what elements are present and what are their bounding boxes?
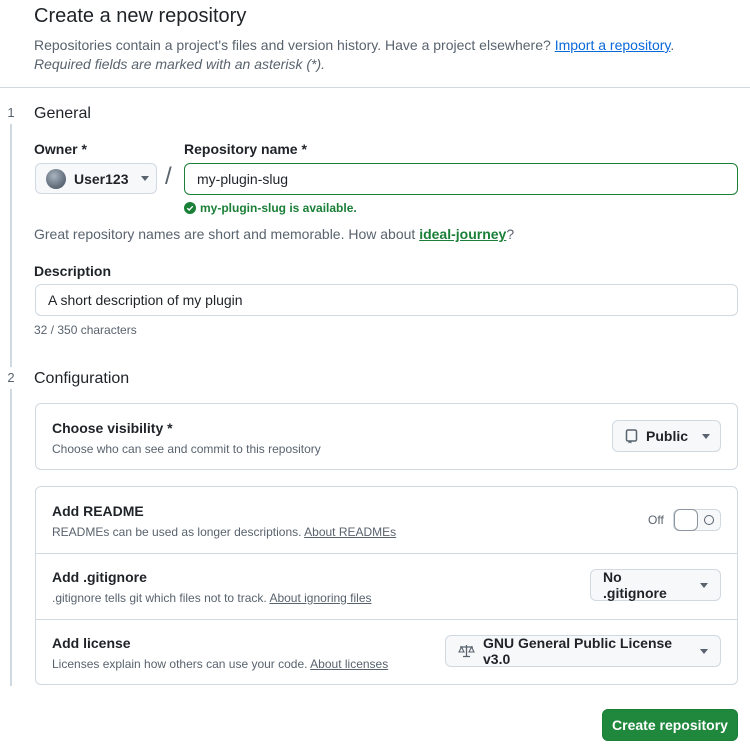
- visibility-title: Choose visibility *: [52, 420, 173, 436]
- visibility-value: Public: [646, 428, 689, 444]
- section-title-configuration: Configuration: [34, 370, 130, 387]
- page-title: Create a new repository: [34, 5, 247, 27]
- step-number-general: 1: [0, 102, 22, 124]
- intro-description: Repositories contain a project's files a…: [34, 37, 551, 53]
- create-repository-button[interactable]: Create repository: [602, 709, 738, 741]
- license-value: GNU General Public License v3.0: [483, 635, 673, 667]
- license-dropdown[interactable]: GNU General Public License v3.0: [445, 635, 721, 667]
- suggested-name-link[interactable]: ideal-journey: [419, 226, 506, 242]
- chevron-down-icon: [700, 582, 708, 588]
- intro-period: .: [670, 37, 675, 53]
- license-subtitle-text: Licenses explain how others can use your…: [52, 657, 308, 671]
- chevron-down-icon: [702, 433, 711, 439]
- check-circle-icon: [184, 202, 196, 214]
- description-input[interactable]: [35, 284, 738, 316]
- chevron-down-icon: [700, 648, 708, 654]
- avatar: [46, 168, 66, 189]
- license-subtitle: Licenses explain how others can use your…: [52, 657, 388, 671]
- intro-text: Repositories contain a project's files a…: [34, 35, 674, 55]
- gitignore-subtitle-text: .gitignore tells git which files not to …: [52, 591, 267, 605]
- step-rail-general: [10, 112, 12, 368]
- required-fields-note: Required fields are marked with an aster…: [34, 56, 326, 72]
- header-divider: [0, 87, 750, 88]
- description-label: Description: [34, 263, 112, 279]
- gitignore-value: No .gitignore: [603, 569, 667, 601]
- availability-text: my-plugin-slug is available.: [200, 201, 357, 215]
- toggle-knob: [674, 509, 698, 531]
- readme-toggle[interactable]: [673, 509, 721, 531]
- readme-title: Add README: [52, 503, 144, 519]
- step-rail-configuration: [10, 378, 12, 686]
- suggestion-end: ?: [506, 226, 515, 242]
- readme-row: Add README READMEs can be used as longer…: [36, 487, 737, 553]
- visibility-panel: Choose visibility * Choose who can see a…: [35, 403, 738, 470]
- readme-subtitle: READMEs can be used as longer descriptio…: [52, 525, 396, 539]
- repository-name-label: Repository name *: [184, 141, 307, 157]
- gitignore-subtitle: .gitignore tells git which files not to …: [52, 591, 372, 605]
- owner-repo-separator: /: [165, 163, 172, 190]
- owner-name: User123: [74, 170, 129, 187]
- gitignore-dropdown[interactable]: No .gitignore: [590, 569, 721, 601]
- step-number-configuration: 2: [0, 367, 22, 389]
- import-repository-link[interactable]: Import a repository: [555, 37, 671, 53]
- section-title-general: General: [34, 105, 91, 122]
- gitignore-title: Add .gitignore: [52, 569, 147, 585]
- suggestion-text: Great repository names are short and mem…: [34, 226, 416, 242]
- repo-icon: [625, 428, 638, 444]
- owner-label: Owner *: [34, 141, 87, 157]
- about-licenses-link[interactable]: About licenses: [310, 657, 388, 671]
- visibility-subtitle: Choose who can see and commit to this re…: [52, 442, 321, 456]
- name-suggestion: Great repository names are short and mem…: [34, 226, 514, 242]
- license-title: Add license: [52, 635, 131, 651]
- gitignore-row: Add .gitignore .gitignore tells git whic…: [36, 553, 737, 619]
- availability-message: my-plugin-slug is available.: [184, 201, 357, 215]
- owner-dropdown[interactable]: User123: [35, 163, 157, 194]
- law-icon: [458, 644, 475, 658]
- chevron-down-icon: [140, 176, 149, 181]
- visibility-dropdown[interactable]: Public: [612, 420, 721, 452]
- character-count: 32 / 350 characters: [34, 323, 137, 337]
- readme-toggle-label: Off: [648, 513, 664, 527]
- toggle-off-icon: [704, 515, 714, 525]
- repository-options-panel: Add README READMEs can be used as longer…: [35, 486, 738, 685]
- about-readmes-link[interactable]: About READMEs: [304, 525, 396, 539]
- readme-subtitle-text: READMEs can be used as longer descriptio…: [52, 525, 302, 539]
- repository-name-input[interactable]: [184, 163, 738, 195]
- about-ignoring-files-link[interactable]: About ignoring files: [269, 591, 371, 605]
- license-row: Add license Licenses explain how others …: [36, 619, 737, 685]
